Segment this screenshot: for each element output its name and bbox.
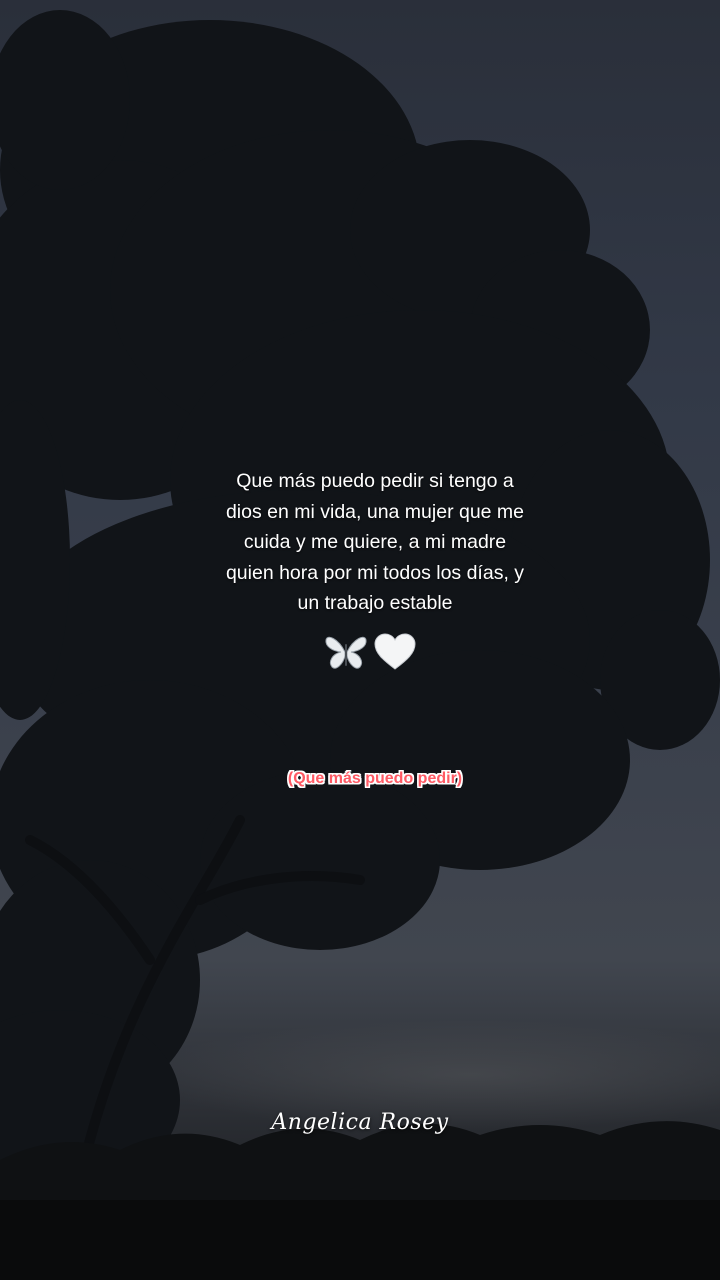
quote-text: Que más puedo pedir si tengo a dios en m… [180,466,570,619]
quote-line: cuida y me quiere, a mi madre [243,531,507,553]
quote-line: quien hora por mi todos los días, y [225,561,525,584]
white-heart-icon [374,633,416,670]
quote-line: dios en mi vida, una mujer que me [225,500,525,523]
author-signature: Angelica Rosey [271,1110,449,1135]
emoji-row [320,628,420,676]
butterfly-icon [325,636,367,669]
quote-line: Que más puedo pedir si tengo a [236,470,514,492]
caption-text: (Que más puedo pedir) [287,770,463,787]
background-photo: Que más puedo pedir si tengo a dios en m… [0,0,720,1280]
quote-line: un trabajo estable [297,592,453,614]
